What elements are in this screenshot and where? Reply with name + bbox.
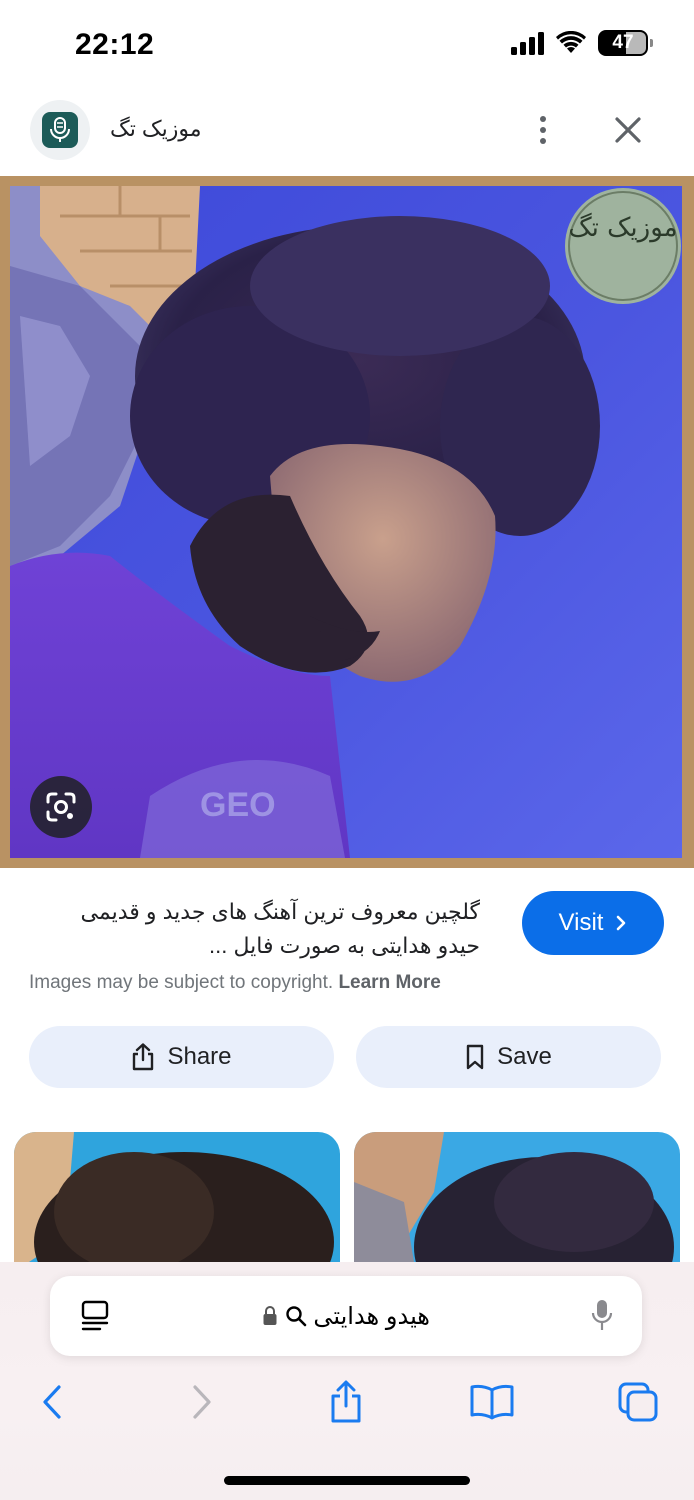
copyright-text: Images may be subject to copyright. — [29, 972, 334, 993]
share-icon — [133, 1043, 154, 1071]
share-icon — [331, 1380, 361, 1423]
save-label: Save — [497, 1043, 552, 1070]
forward-button[interactable] — [174, 1374, 230, 1430]
search-query: هیدو هدایتی — [313, 1303, 430, 1330]
microphone-icon — [42, 112, 78, 148]
cellular-signal-icon — [511, 31, 544, 55]
battery-percent: 47 — [612, 32, 634, 53]
watermark-text: موزیک تگ — [568, 212, 677, 243]
svg-text:GEO: GEO — [200, 786, 276, 824]
visit-label: Visit — [558, 909, 604, 936]
status-bar: 22:12 47 — [0, 0, 694, 92]
share-label: Share — [167, 1043, 232, 1070]
book-icon — [470, 1384, 514, 1420]
image-viewer-header: موزیک تگ — [0, 92, 694, 176]
wifi-icon — [556, 31, 586, 53]
main-image-photo: GEO موزیک تگ — [0, 176, 694, 868]
close-icon[interactable] — [608, 110, 648, 150]
main-image[interactable]: GEO موزیک تگ — [0, 176, 694, 868]
bookmarks-button[interactable] — [464, 1374, 520, 1430]
site-logo[interactable] — [30, 100, 90, 160]
microphone-icon[interactable] — [590, 1298, 614, 1334]
share-button[interactable]: Share — [29, 1026, 334, 1088]
visit-button[interactable]: Visit — [522, 891, 664, 955]
browser-toolbar: هیدو هدایتی — [0, 1262, 694, 1500]
result-caption: گلچین معروف ترین آهنگ های جدید و قدیمی ح… — [30, 895, 480, 963]
address-url[interactable]: هیدو هدایتی — [50, 1302, 642, 1331]
status-icons: 47 — [511, 30, 653, 56]
chevron-right-icon — [617, 915, 626, 931]
google-lens-button[interactable] — [30, 776, 92, 838]
lens-icon — [46, 792, 76, 822]
tabs-button[interactable] — [610, 1374, 666, 1430]
address-bar[interactable]: هیدو هدایتی — [50, 1276, 642, 1356]
caption-line-2: حیدو هدایتی به صورت فایل ... — [209, 933, 480, 958]
chevron-left-icon — [43, 1385, 61, 1419]
copyright-notice: Images may be subject to copyright. Lear… — [29, 972, 441, 994]
home-indicator — [224, 1476, 470, 1485]
more-options-icon[interactable] — [528, 110, 558, 150]
tabs-icon — [618, 1382, 658, 1422]
learn-more-link[interactable]: Learn More — [338, 972, 440, 993]
chevron-right-icon — [193, 1385, 211, 1419]
share-page-button[interactable] — [318, 1374, 374, 1430]
search-icon — [285, 1306, 306, 1327]
battery-icon: 47 — [598, 30, 653, 56]
site-name[interactable]: موزیک تگ — [110, 116, 202, 142]
save-button[interactable]: Save — [356, 1026, 661, 1088]
back-button[interactable] — [24, 1374, 80, 1430]
lock-icon — [263, 1306, 277, 1325]
caption-line-1: گلچین معروف ترین آهنگ های جدید و قدیمی — [80, 899, 480, 924]
status-time: 22:12 — [75, 28, 155, 61]
bookmark-icon — [466, 1044, 484, 1070]
